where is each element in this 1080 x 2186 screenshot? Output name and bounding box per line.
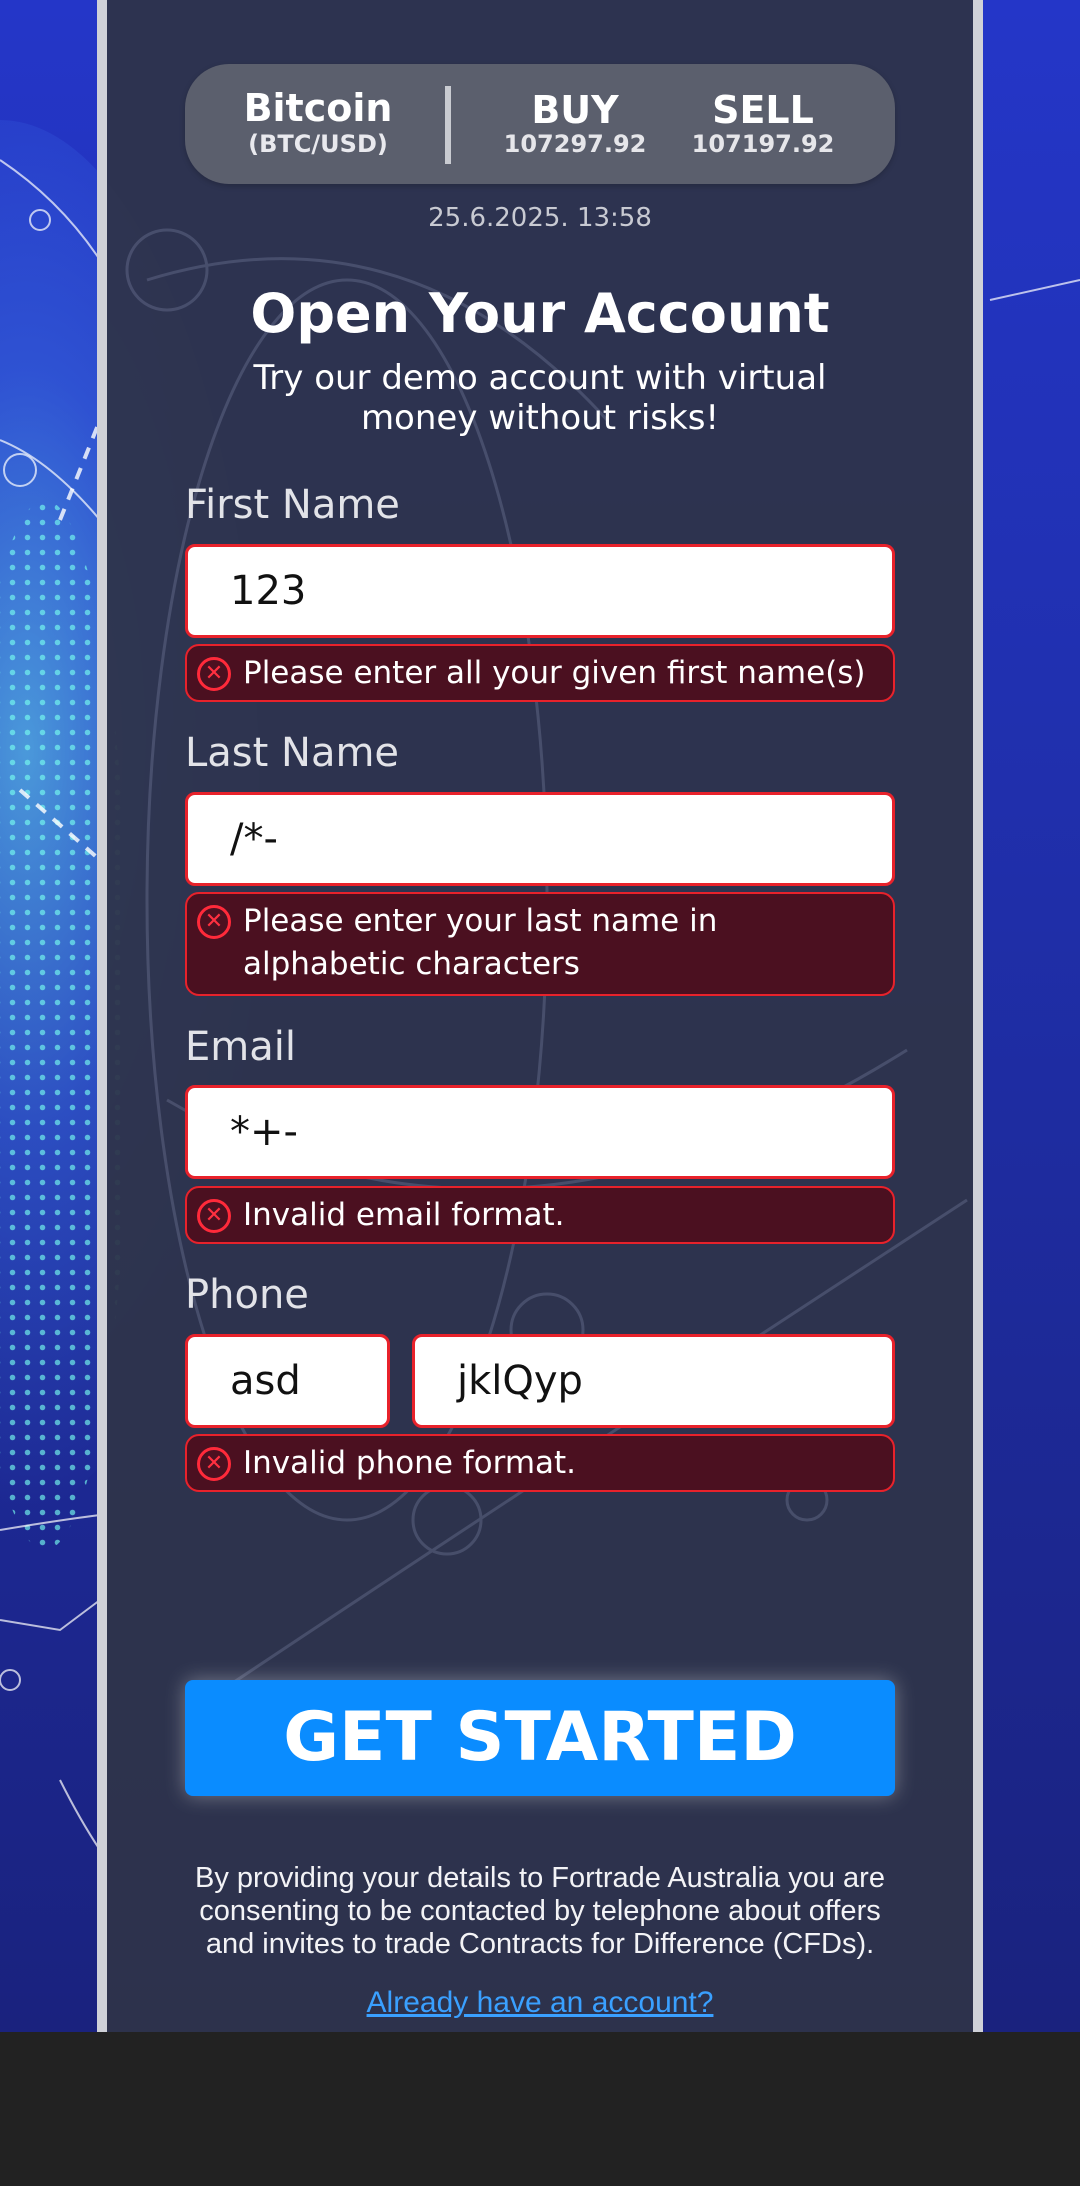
phone-error: ✕ Invalid phone format. [185,1434,895,1492]
error-icon: ✕ [197,1199,231,1233]
form-subtitle: Try our demo account with virtual money … [253,358,827,438]
ticker-divider [445,86,451,164]
first-name-error: ✕ Please enter all your given first name… [185,644,895,702]
bottom-bar [0,2032,1080,2186]
sell-price: SELL 107197.92 [673,90,853,158]
phone-label: Phone [185,1272,309,1318]
last-name-label: Last Name [185,730,400,776]
error-icon: ✕ [197,657,231,691]
price-timestamp: 25.6.2025. 13:58 [428,203,652,233]
ticker-asset: Bitcoin (BTC/USD) [185,86,451,158]
asset-pair: (BTC/USD) [248,130,388,158]
first-name-label: First Name [185,482,400,528]
already-have-account-link[interactable]: Already have an account? [185,1986,895,2020]
sell-label: SELL [712,88,814,132]
email-label: Email [185,1024,296,1070]
error-icon: ✕ [197,1447,231,1481]
last-name-error: ✕ Please enter your last name in alphabe… [185,892,895,996]
get-started-button[interactable]: GET STARTED [185,1680,895,1796]
last-name-input[interactable]: /*- [185,792,895,886]
first-name-input[interactable]: 123 [185,544,895,638]
consent-disclaimer: By providing your details to Fortrade Au… [195,1862,885,1960]
price-ticker: Bitcoin (BTC/USD) BUY 107297.92 SELL 107… [185,64,895,184]
last-name-error-text: Please enter your last name in alphabeti… [243,903,718,982]
email-error-text: Invalid email format. [243,1197,565,1233]
phone-error-text: Invalid phone format. [243,1445,577,1481]
buy-price: BUY 107297.92 [485,90,665,158]
email-error: ✕ Invalid email format. [185,1186,895,1244]
buy-value: 107297.92 [503,130,647,158]
form-title: Open Your Account [250,282,830,345]
asset-name: Bitcoin [243,86,393,130]
phone-number-input[interactable]: jklQyp [412,1334,895,1428]
first-name-error-text: Please enter all your given first name(s… [243,655,866,691]
buy-label: BUY [531,88,619,132]
phone-country-code-input[interactable]: asd [185,1334,390,1428]
error-icon: ✕ [197,905,231,939]
email-input[interactable]: *+- [185,1085,895,1179]
sell-value: 107197.92 [691,130,835,158]
